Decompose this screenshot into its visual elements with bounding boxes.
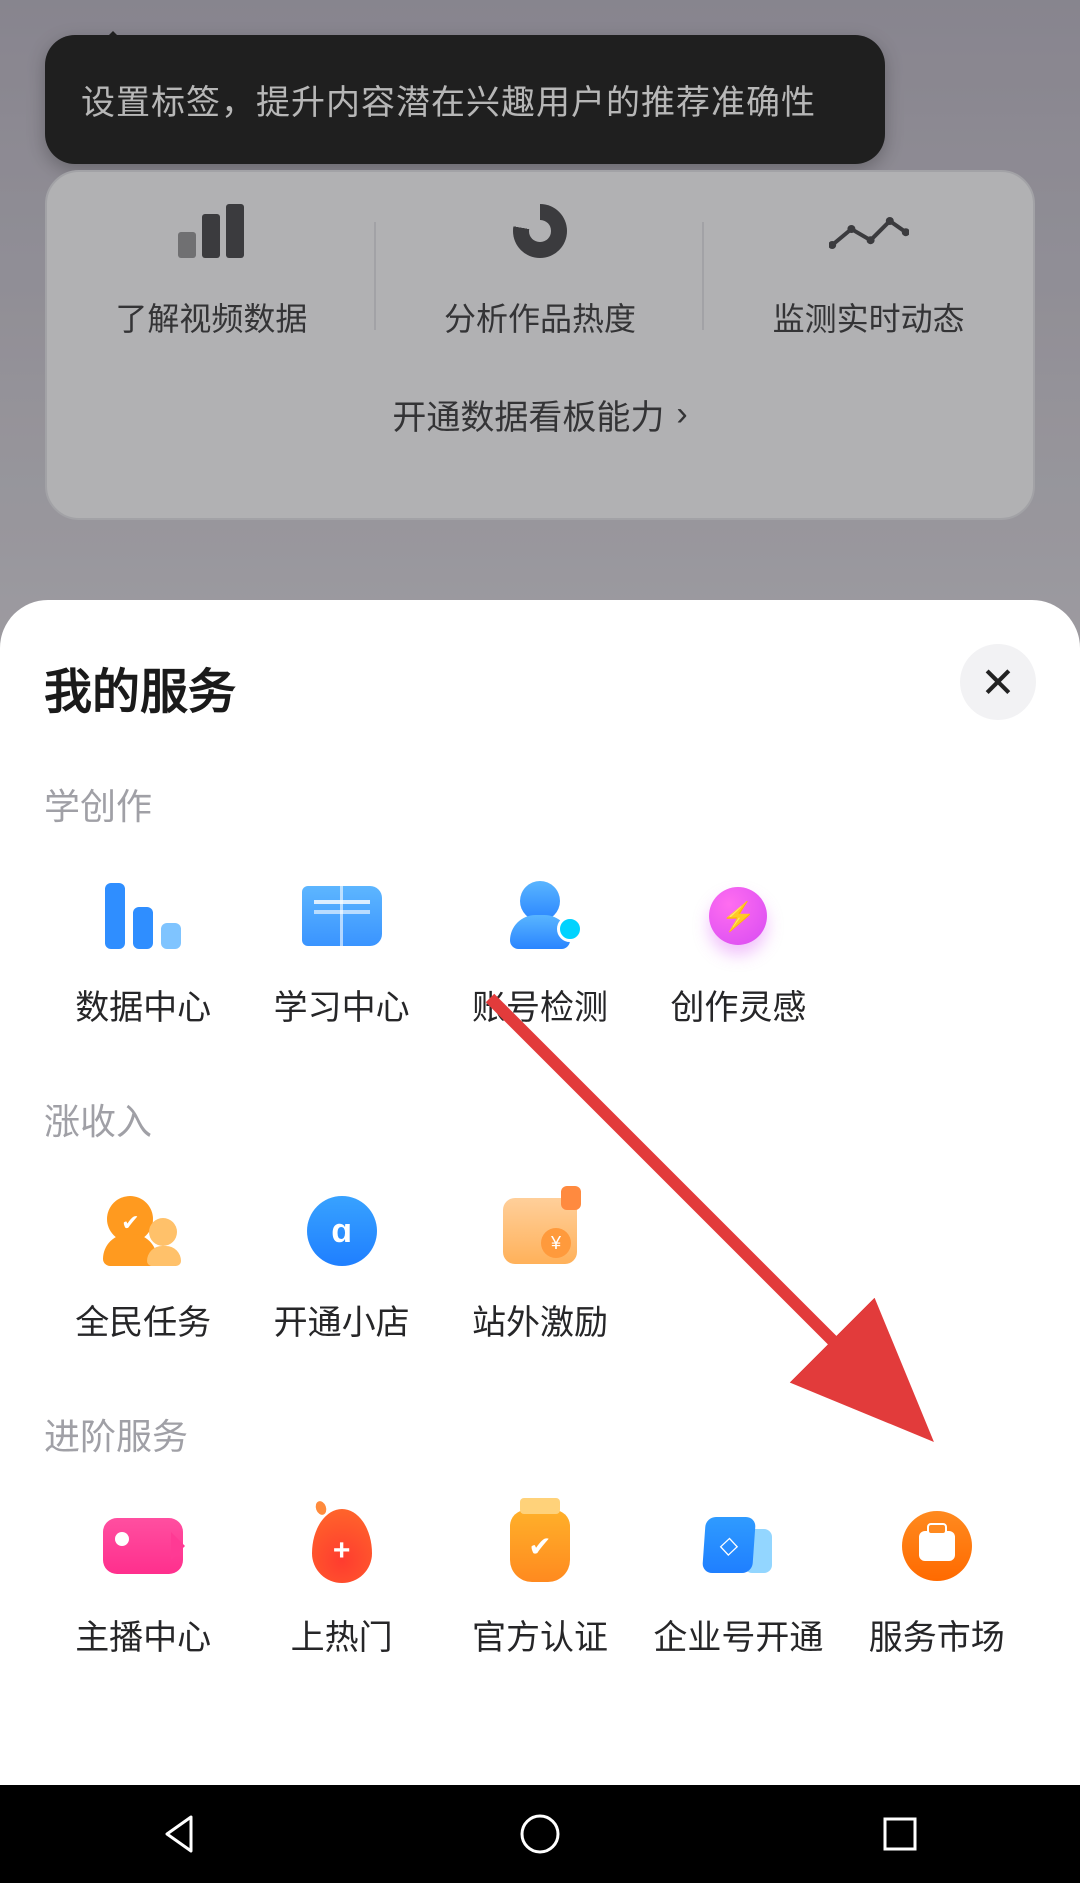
svc-label: 全民任务	[75, 1295, 211, 1344]
svc-label: 服务市场	[869, 1610, 1005, 1659]
svc-official-verify[interactable]: 官方认证	[441, 1496, 639, 1667]
section-learn: 学创作 数据中心 学习中心 账号检测 创作灵感	[44, 778, 1036, 1037]
sheet-title: 我的服务	[44, 652, 1036, 722]
camera-icon	[98, 1504, 188, 1588]
svc-enterprise[interactable]: ◇ 企业号开通	[639, 1496, 837, 1667]
bars-icon	[98, 874, 188, 958]
svc-account-check[interactable]: 账号检测	[441, 866, 639, 1037]
svc-data-center[interactable]: 数据中心	[44, 866, 242, 1037]
bulb-icon	[693, 874, 783, 958]
nav-home[interactable]	[512, 1806, 568, 1862]
svc-label: 账号检测	[472, 980, 608, 1029]
svc-label: 主播中心	[75, 1610, 211, 1659]
section-title: 进阶服务	[44, 1408, 1036, 1460]
close-button[interactable]: ✕	[960, 644, 1036, 720]
shop-icon: ɑ	[297, 1189, 387, 1273]
svc-label: 开通小店	[274, 1295, 410, 1344]
svc-streamer-center[interactable]: 主播中心	[44, 1496, 242, 1667]
bag-icon: ¥	[495, 1189, 585, 1273]
section-income: 涨收入 ✔ 全民任务 ɑ 开通小店 ¥ 站外激励	[44, 1093, 1036, 1352]
close-icon: ✕	[980, 658, 1015, 707]
nav-recent[interactable]	[872, 1806, 928, 1862]
svc-label: 企业号开通	[653, 1610, 823, 1659]
svc-learn-center[interactable]: 学习中心	[242, 866, 440, 1037]
book-icon	[297, 874, 387, 958]
nav-back[interactable]	[152, 1806, 208, 1862]
android-navbar	[0, 1785, 1080, 1883]
svc-mass-task[interactable]: ✔ 全民任务	[44, 1181, 242, 1352]
enterprise-icon: ◇	[693, 1504, 783, 1588]
section-advanced: 进阶服务 主播中心 上热门 官方认证 ◇ 企业号开通 服务市场	[44, 1408, 1036, 1667]
svc-marketplace[interactable]: 服务市场	[838, 1496, 1036, 1667]
svc-label: 上热门	[291, 1610, 393, 1659]
svc-label: 站外激励	[472, 1295, 608, 1344]
svc-trending[interactable]: 上热门	[242, 1496, 440, 1667]
marketplace-icon	[892, 1504, 982, 1588]
svc-label: 创作灵感	[670, 980, 806, 1029]
svc-label: 官方认证	[472, 1610, 608, 1659]
section-title: 学创作	[44, 778, 1036, 830]
svc-label: 数据中心	[75, 980, 211, 1029]
people-icon: ✔	[98, 1189, 188, 1273]
fire-icon	[297, 1504, 387, 1588]
section-title: 涨收入	[44, 1093, 1036, 1145]
svc-offsite-reward[interactable]: ¥ 站外激励	[441, 1181, 639, 1352]
svc-inspiration[interactable]: 创作灵感	[639, 866, 837, 1037]
svc-label: 学习中心	[274, 980, 410, 1029]
badge-icon	[495, 1504, 585, 1588]
svc-open-shop[interactable]: ɑ 开通小店	[242, 1181, 440, 1352]
services-sheet: 我的服务 ✕ 学创作 数据中心 学习中心 账号检测 创作灵感 涨收入	[0, 600, 1080, 1785]
account-check-icon	[495, 874, 585, 958]
